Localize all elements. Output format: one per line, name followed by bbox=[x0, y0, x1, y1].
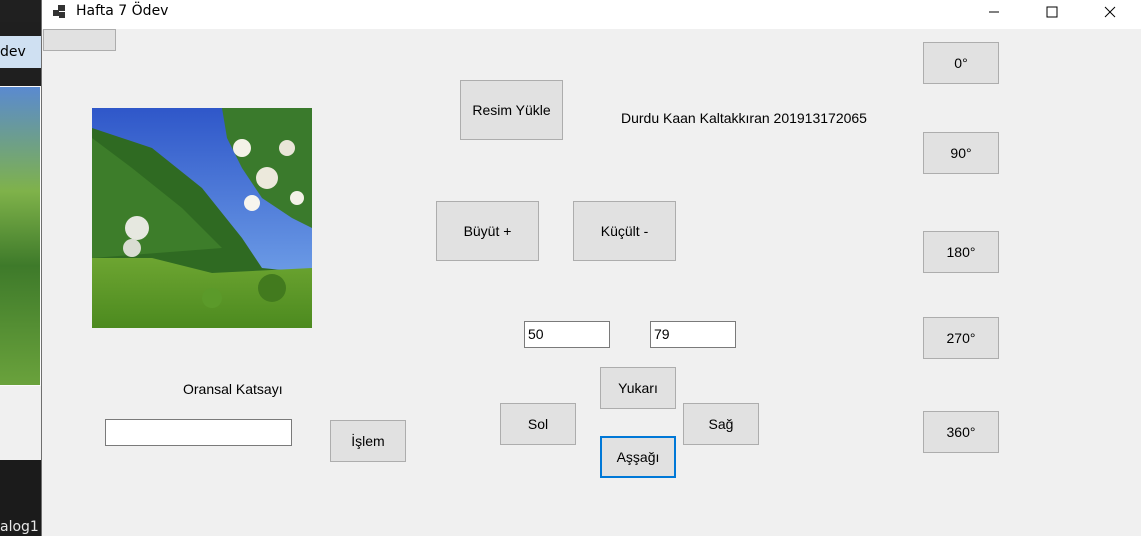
maximize-icon bbox=[1046, 6, 1058, 17]
load-image-button[interactable]: Resim Yükle bbox=[460, 80, 563, 140]
close-icon bbox=[1104, 6, 1116, 17]
app-window: Hafta 7 Ödev Resim Yükle Durdu Kaan Kalt… bbox=[41, 0, 1141, 536]
width-input[interactable]: 50 bbox=[524, 321, 610, 348]
process-button[interactable]: İşlem bbox=[330, 420, 406, 462]
background-titlebar bbox=[0, 0, 42, 22]
maximize-button[interactable] bbox=[1023, 0, 1081, 23]
move-down-button[interactable]: Aşşağı bbox=[600, 436, 676, 478]
rotate-270-button[interactable]: 270° bbox=[923, 317, 999, 359]
minimize-button[interactable] bbox=[965, 0, 1023, 23]
background-lower-panel bbox=[0, 386, 42, 460]
rotate-360-button[interactable]: 360° bbox=[923, 411, 999, 453]
move-left-button[interactable]: Sol bbox=[500, 403, 576, 445]
landscape-picture bbox=[92, 108, 312, 328]
top-blank-button[interactable] bbox=[43, 29, 116, 51]
ratio-label: Oransal Katsayı bbox=[183, 381, 283, 397]
background-tab[interactable]: dev bbox=[0, 36, 42, 68]
close-button[interactable] bbox=[1081, 0, 1139, 23]
background-bottom-text: alog1 bbox=[0, 519, 39, 535]
author-label: Durdu Kaan Kaltakkıran 201913172065 bbox=[621, 110, 867, 126]
rotate-180-button[interactable]: 180° bbox=[923, 231, 999, 273]
rotate-0-button[interactable]: 0° bbox=[923, 42, 999, 84]
enlarge-button[interactable]: Büyüt + bbox=[436, 201, 539, 261]
app-icon bbox=[53, 5, 65, 18]
move-right-button[interactable]: Sağ bbox=[683, 403, 759, 445]
background-image-preview bbox=[0, 87, 40, 385]
minimize-icon bbox=[989, 11, 999, 12]
height-input[interactable]: 79 bbox=[650, 321, 736, 348]
shrink-button[interactable]: Küçült - bbox=[573, 201, 676, 261]
window-title: Hafta 7 Ödev bbox=[76, 3, 169, 19]
rotate-90-button[interactable]: 90° bbox=[923, 132, 999, 174]
ratio-input[interactable] bbox=[105, 419, 292, 446]
title-bar: Hafta 7 Ödev bbox=[42, 0, 1141, 29]
move-up-button[interactable]: Yukarı bbox=[600, 367, 676, 409]
